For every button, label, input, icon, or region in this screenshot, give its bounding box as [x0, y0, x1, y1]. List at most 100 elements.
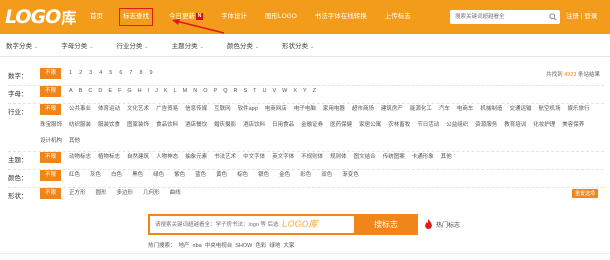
filter-option-letter[interactable]: O — [203, 86, 207, 97]
filter-option-letter[interactable]: N — [193, 86, 197, 97]
filter-option-industry[interactable]: 广告贸易 — [156, 104, 178, 115]
filter-option-number[interactable]: 2 — [79, 68, 82, 79]
filter-option-industry[interactable]: 其他 — [69, 136, 80, 147]
filter-option-number[interactable]: 4 — [99, 68, 102, 79]
filter-option-letter[interactable]: C — [88, 86, 92, 97]
filter-option-letter[interactable]: I — [148, 86, 150, 97]
filter-option-theme[interactable]: 中文字体 — [243, 152, 265, 163]
nav-upload-logo[interactable]: 上传标志 — [385, 10, 411, 24]
filter-option-color[interactable]: 白色 — [111, 170, 122, 181]
filter-option-color[interactable]: 黄色 — [216, 170, 227, 181]
filter-option-theme[interactable]: 其他 — [441, 152, 452, 163]
filter-option-industry[interactable]: 日用食品 — [272, 120, 294, 131]
filter-option-color[interactable]: 金色 — [279, 170, 290, 181]
filter-option-theme[interactable]: 卡通形象 — [412, 152, 434, 163]
filter-option-industry[interactable]: 互联网 — [214, 104, 231, 115]
filter-option-letter[interactable]: W — [282, 86, 287, 97]
filter-option-industry[interactable]: 医药保健 — [330, 120, 352, 131]
category-shape[interactable]: 形状分类 ⌄ — [282, 40, 314, 50]
filter-option-shape[interactable]: 正方形 — [69, 188, 86, 199]
main-search-input[interactable] — [150, 216, 355, 233]
filter-option-industry[interactable]: 教育培训 — [504, 120, 526, 131]
filter-option-number[interactable]: 7 — [129, 68, 132, 79]
category-number[interactable]: 数字分类 ⌄ — [6, 40, 38, 50]
filter-option-industry[interactable]: 娱乐旅行 — [567, 104, 589, 115]
filter-option-theme[interactable]: 抽象元素 — [185, 152, 207, 163]
hot-search-word[interactable]: 绿地 — [269, 243, 280, 249]
filter-option-letter[interactable]: H — [138, 86, 142, 97]
filter-option-number[interactable]: 1 — [69, 68, 72, 79]
filter-option-color[interactable]: 银色 — [258, 170, 269, 181]
nav-calligraphy-convert[interactable]: 书法字体在线转换 — [315, 10, 367, 24]
filter-option-theme[interactable]: 规则体 — [330, 152, 347, 163]
filter-option-industry[interactable]: 婚庆摄影 — [214, 120, 236, 131]
filter-option-color[interactable]: 红色 — [69, 170, 80, 181]
filter-option-letter[interactable]: G — [127, 86, 131, 97]
filter-option-industry[interactable]: 交通运输 — [509, 104, 531, 115]
register-link[interactable]: 登录 — [584, 13, 597, 20]
filter-option-letter[interactable]: U — [263, 86, 267, 97]
filter-option-color[interactable]: 灰色 — [90, 170, 101, 181]
filter-option-letter[interactable]: F — [118, 86, 121, 97]
filter-option-industry[interactable]: 体育运动 — [98, 104, 120, 115]
filter-nolimit-theme[interactable]: 不限 — [40, 152, 62, 163]
filter-nolimit-number[interactable]: 不限 — [40, 68, 62, 79]
filter-option-theme[interactable]: 动物标志 — [69, 152, 91, 163]
filter-option-theme[interactable]: 传统图案 — [383, 152, 405, 163]
filter-option-industry[interactable]: 珠宝服饰 — [40, 120, 62, 131]
filter-option-industry[interactable]: 机械制造 — [480, 104, 502, 115]
filter-option-number[interactable]: 3 — [89, 68, 92, 79]
filter-option-theme[interactable]: 人物神态 — [156, 152, 178, 163]
filter-option-letter[interactable]: Q — [223, 86, 227, 97]
filter-option-letter[interactable]: T — [253, 86, 256, 97]
hot-search-word[interactable]: SHOW — [235, 243, 252, 249]
category-industry[interactable]: 行业分类 ⌄ — [116, 40, 148, 50]
filter-option-industry[interactable]: 化妆护理 — [533, 120, 555, 131]
filter-option-theme[interactable]: 植物标志 — [98, 152, 120, 163]
filter-option-letter[interactable]: X — [293, 86, 297, 97]
filter-option-industry[interactable]: 美容保养 — [562, 120, 584, 131]
filter-option-shape[interactable]: 曲线 — [170, 188, 181, 199]
filter-option-letter[interactable]: A — [69, 86, 73, 97]
filter-option-color[interactable]: 紫色 — [174, 170, 185, 181]
filter-option-industry[interactable]: 设计机构 — [40, 136, 62, 147]
filter-option-theme[interactable]: 图文结合 — [354, 152, 376, 163]
filter-option-industry[interactable]: 航空机场 — [538, 104, 560, 115]
filter-option-color[interactable]: 棕色 — [237, 170, 248, 181]
nav-graphic-logo[interactable]: 图形LOGO — [265, 10, 297, 24]
filter-option-letter[interactable]: J — [155, 86, 158, 97]
filter-option-industry[interactable]: 家用电器 — [323, 104, 345, 115]
filter-option-industry[interactable]: 公共事业 — [69, 104, 91, 115]
filter-option-letter[interactable]: P — [214, 86, 218, 97]
filter-option-color[interactable]: 黑色 — [132, 170, 143, 181]
filter-option-letter[interactable]: Z — [313, 86, 316, 97]
filter-option-industry[interactable]: 酒店餐饮 — [185, 120, 207, 131]
filter-option-industry[interactable]: 电子电脑 — [294, 104, 316, 115]
filter-option-industry[interactable]: 纺织服装 — [69, 120, 91, 131]
filter-option-theme[interactable]: 英文字体 — [272, 152, 294, 163]
filter-option-letter[interactable]: Y — [303, 86, 307, 97]
filter-nolimit-shape[interactable]: 不限 — [40, 188, 62, 199]
filter-option-color[interactable]: 蓝色 — [195, 170, 206, 181]
filter-option-letter[interactable]: S — [243, 86, 247, 97]
filter-option-shape[interactable]: 多边形 — [117, 188, 134, 199]
filter-option-industry[interactable]: 图家装饰 — [127, 120, 149, 131]
filter-option-theme[interactable]: 书法艺术 — [214, 152, 236, 163]
filter-option-shape[interactable]: 几何形 — [143, 188, 160, 199]
filter-option-color[interactable]: 彩色 — [300, 170, 311, 181]
filter-option-letter[interactable]: B — [79, 86, 83, 97]
filter-option-number[interactable]: 9 — [150, 68, 153, 79]
filter-option-industry[interactable]: 家居公寓 — [359, 120, 381, 131]
filter-option-industry[interactable]: 酒店饮料 — [243, 120, 265, 131]
hot-search-word[interactable]: nba — [193, 243, 202, 249]
filter-option-letter[interactable]: M — [183, 86, 188, 97]
filter-option-theme[interactable]: 自然建筑 — [127, 152, 149, 163]
hot-search-word[interactable]: 中央电视台 — [205, 243, 233, 249]
filter-option-industry[interactable]: 金融证券 — [301, 120, 323, 131]
filter-option-industry[interactable]: 公益组织 — [446, 120, 468, 131]
filter-option-number[interactable]: 6 — [119, 68, 122, 79]
filter-option-letter[interactable]: K — [164, 86, 168, 97]
filter-option-industry[interactable]: 汽车 — [439, 104, 450, 115]
filter-option-industry[interactable]: 建筑房产 — [381, 104, 403, 115]
filter-option-industry[interactable]: 电商网店 — [265, 104, 287, 115]
